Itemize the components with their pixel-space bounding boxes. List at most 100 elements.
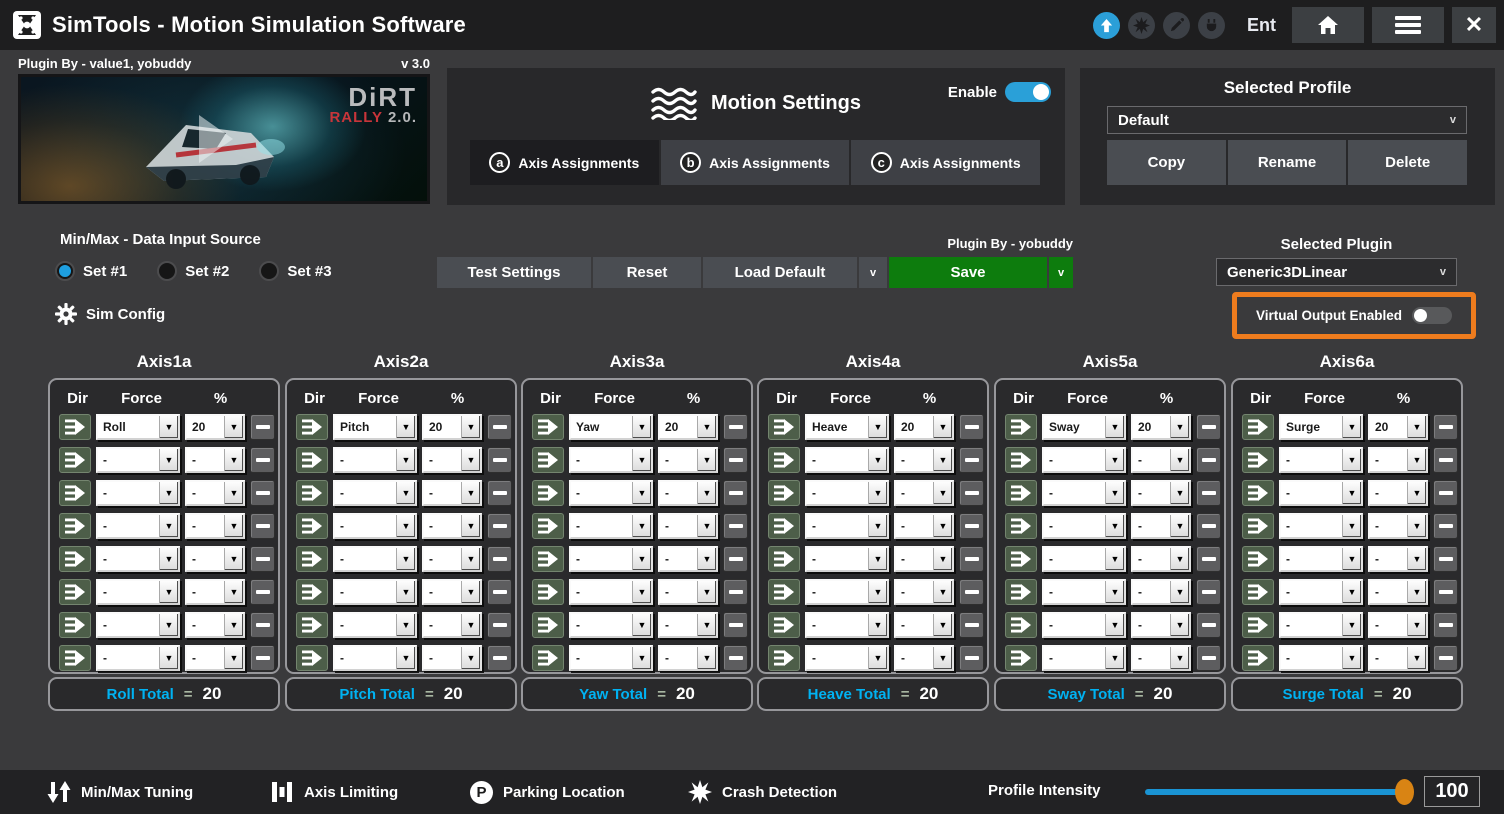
game-artwork[interactable]: DiRT RALLY 2.0.: [18, 74, 430, 204]
rename-profile-button[interactable]: Rename: [1228, 140, 1347, 185]
force-select[interactable]: Pitch▼: [333, 414, 417, 440]
direction-button[interactable]: [1242, 447, 1274, 473]
direction-button[interactable]: [296, 480, 328, 506]
remove-row-button[interactable]: [250, 579, 275, 605]
direction-button[interactable]: [768, 579, 800, 605]
force-select[interactable]: -▼: [96, 546, 180, 572]
force-select[interactable]: -▼: [1042, 612, 1126, 638]
force-select[interactable]: -▼: [805, 546, 889, 572]
percent-select[interactable]: -▼: [658, 447, 718, 473]
force-select[interactable]: -▼: [805, 579, 889, 605]
radio-set-2[interactable]: Set #2: [157, 261, 229, 281]
copy-profile-button[interactable]: Copy: [1107, 140, 1226, 185]
enable-toggle[interactable]: [1005, 82, 1051, 102]
direction-button[interactable]: [59, 414, 91, 440]
force-select[interactable]: -▼: [569, 612, 653, 638]
radio-selected-icon[interactable]: [55, 261, 75, 281]
force-select[interactable]: -▼: [805, 513, 889, 539]
force-select[interactable]: -▼: [805, 645, 889, 671]
direction-button[interactable]: [1242, 612, 1274, 638]
direction-button[interactable]: [1005, 612, 1037, 638]
force-select[interactable]: -▼: [1042, 579, 1126, 605]
direction-button[interactable]: [1242, 546, 1274, 572]
direction-button[interactable]: [1005, 513, 1037, 539]
percent-select[interactable]: -▼: [1368, 480, 1428, 506]
percent-select[interactable]: -▼: [658, 546, 718, 572]
play-overlay-icon[interactable]: [199, 115, 233, 163]
force-select[interactable]: -▼: [569, 645, 653, 671]
percent-select[interactable]: -▼: [1368, 447, 1428, 473]
force-select[interactable]: -▼: [1279, 480, 1363, 506]
direction-button[interactable]: [532, 612, 564, 638]
remove-row-button[interactable]: [250, 447, 275, 473]
percent-select[interactable]: -▼: [1368, 645, 1428, 671]
percent-select[interactable]: -▼: [422, 546, 482, 572]
remove-row-button[interactable]: [723, 447, 748, 473]
direction-button[interactable]: [1005, 645, 1037, 671]
direction-button[interactable]: [59, 612, 91, 638]
remove-row-button[interactable]: [959, 546, 984, 572]
remove-row-button[interactable]: [723, 579, 748, 605]
remove-row-button[interactable]: [1433, 546, 1458, 572]
percent-select[interactable]: -▼: [658, 480, 718, 506]
remove-row-button[interactable]: [250, 612, 275, 638]
force-select[interactable]: -▼: [1042, 513, 1126, 539]
remove-row-button[interactable]: [723, 546, 748, 572]
direction-button[interactable]: [1242, 513, 1274, 539]
remove-row-button[interactable]: [959, 480, 984, 506]
crash-status-icon[interactable]: [1128, 12, 1155, 39]
update-status-icon[interactable]: [1093, 12, 1120, 39]
direction-button[interactable]: [1005, 579, 1037, 605]
profile-intensity-slider[interactable]: [1145, 789, 1405, 795]
force-select[interactable]: -▼: [333, 546, 417, 572]
force-select[interactable]: -▼: [1042, 645, 1126, 671]
menu-button[interactable]: [1372, 7, 1444, 43]
remove-row-button[interactable]: [723, 612, 748, 638]
direction-button[interactable]: [59, 645, 91, 671]
percent-select[interactable]: -▼: [185, 447, 245, 473]
percent-select[interactable]: -▼: [1131, 579, 1191, 605]
crash-detection-button[interactable]: Crash Detection: [688, 770, 837, 814]
force-select[interactable]: -▼: [333, 480, 417, 506]
percent-select[interactable]: -▼: [185, 513, 245, 539]
force-select[interactable]: -▼: [96, 480, 180, 506]
percent-select[interactable]: -▼: [1131, 645, 1191, 671]
percent-select[interactable]: -▼: [658, 579, 718, 605]
sim-config-button[interactable]: Sim Config: [55, 303, 165, 325]
force-select[interactable]: -▼: [805, 612, 889, 638]
percent-select[interactable]: 20▼: [422, 414, 482, 440]
test-settings-button[interactable]: Test Settings: [437, 257, 591, 288]
remove-row-button[interactable]: [723, 513, 748, 539]
delete-profile-button[interactable]: Delete: [1348, 140, 1467, 185]
force-select[interactable]: -▼: [96, 645, 180, 671]
force-select[interactable]: Surge▼: [1279, 414, 1363, 440]
percent-select[interactable]: -▼: [422, 480, 482, 506]
remove-row-button[interactable]: [1196, 579, 1221, 605]
tab-axis-assignments-c[interactable]: c Axis Assignments: [851, 140, 1040, 185]
direction-button[interactable]: [59, 546, 91, 572]
percent-select[interactable]: -▼: [185, 645, 245, 671]
remove-row-button[interactable]: [250, 513, 275, 539]
direction-button[interactable]: [532, 546, 564, 572]
remove-row-button[interactable]: [487, 414, 512, 440]
force-select[interactable]: Sway▼: [1042, 414, 1126, 440]
edit-status-icon[interactable]: [1163, 12, 1190, 39]
percent-select[interactable]: -▼: [658, 513, 718, 539]
percent-select[interactable]: -▼: [894, 513, 954, 539]
minmax-tuning-button[interactable]: Min/Max Tuning: [45, 770, 193, 814]
direction-button[interactable]: [296, 546, 328, 572]
direction-button[interactable]: [768, 480, 800, 506]
slider-knob[interactable]: [1395, 779, 1414, 805]
force-select[interactable]: -▼: [1042, 447, 1126, 473]
force-select[interactable]: -▼: [333, 645, 417, 671]
direction-button[interactable]: [1242, 579, 1274, 605]
remove-row-button[interactable]: [1433, 612, 1458, 638]
tab-axis-assignments-b[interactable]: b Axis Assignments: [661, 140, 850, 185]
direction-button[interactable]: [532, 480, 564, 506]
remove-row-button[interactable]: [723, 480, 748, 506]
percent-select[interactable]: 20▼: [1131, 414, 1191, 440]
percent-select[interactable]: -▼: [1131, 546, 1191, 572]
percent-select[interactable]: -▼: [1368, 579, 1428, 605]
force-select[interactable]: Heave▼: [805, 414, 889, 440]
force-select[interactable]: -▼: [1279, 513, 1363, 539]
